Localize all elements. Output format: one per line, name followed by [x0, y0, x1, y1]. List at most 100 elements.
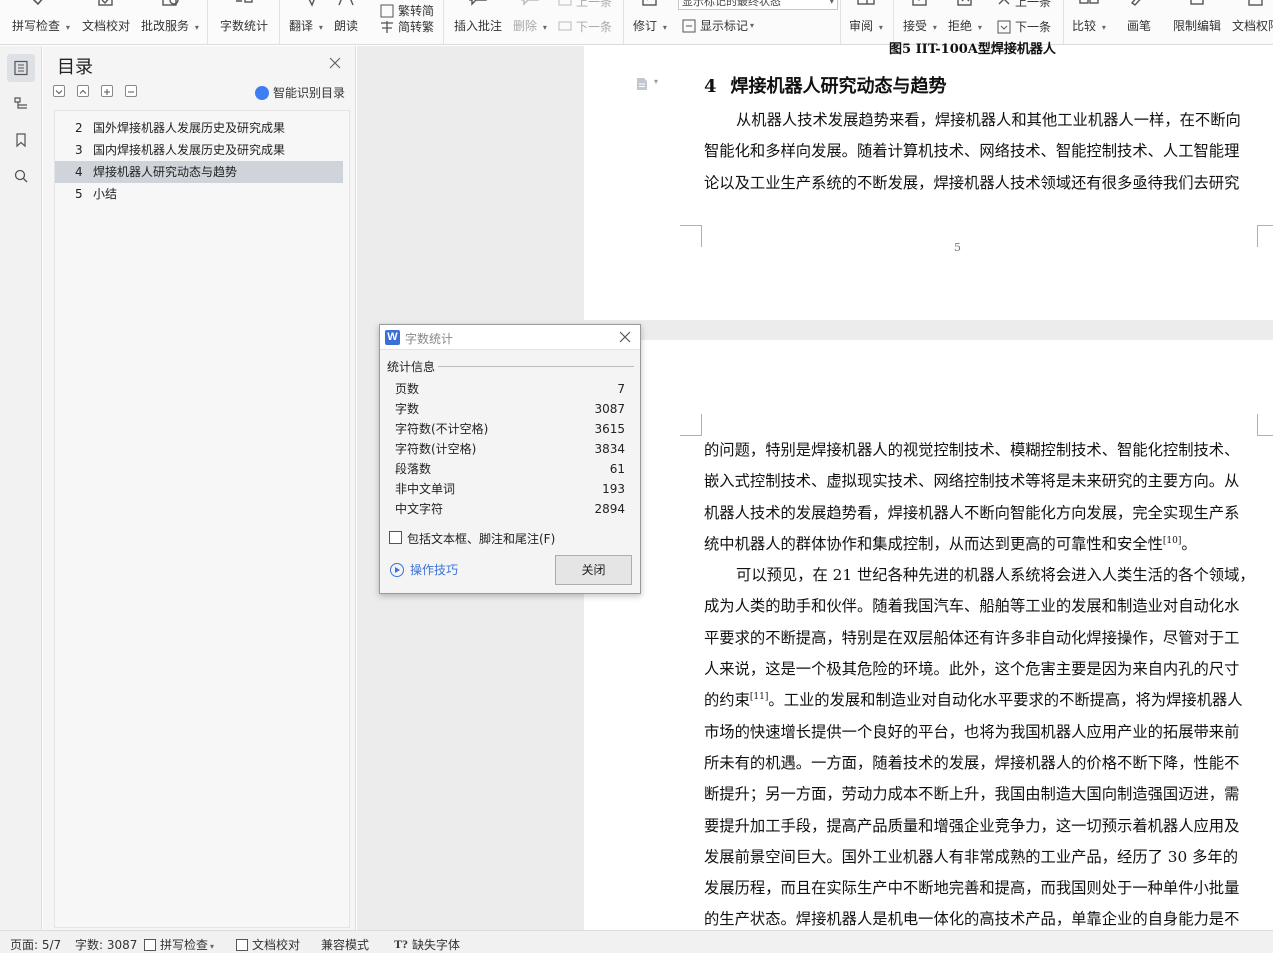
text-line: 可以预见，在 21 世纪各种先进的机器人系统将会进入人类生活的各个领域，: [736, 566, 1255, 585]
doc-proof-status-label: 文档校对: [252, 938, 301, 952]
heading-number: 4: [704, 76, 717, 97]
toc-pane: 目录 智能识别目录 2 国外焊接机器人发展历史及研究成果 3 国内焊接机器人发展历史…: [43, 46, 356, 930]
doc-proof-icon: [98, 0, 113, 6]
toc-item-number: 4: [75, 165, 83, 179]
accept-button[interactable]: 接受: [903, 0, 937, 34]
tips-link[interactable]: 操作技巧: [390, 561, 458, 578]
bookmark-button[interactable]: [7, 126, 35, 154]
word-count-button[interactable]: 字数统计: [220, 0, 268, 34]
close-icon[interactable]: [329, 57, 341, 69]
markup-state-select[interactable]: 显示标记的最终状态: [678, 0, 838, 10]
prev-comment-button[interactable]: 上一条: [557, 0, 612, 10]
delete-label: 删除: [513, 19, 538, 33]
read-aloud-label: 朗读: [334, 19, 359, 33]
read-aloud-button[interactable]: 朗读: [334, 0, 359, 34]
toc-icon: [14, 60, 28, 76]
crop-mark: [1257, 225, 1273, 247]
toc-item[interactable]: 5 小结: [55, 183, 343, 205]
remove-heading-button[interactable]: [125, 85, 137, 97]
dialog-titlebar[interactable]: W 字数统计: [380, 325, 640, 350]
text-line: 智能化和多样向发展。随着计算机技术、网络技术、智能控制技术、人工智能理: [704, 142, 1240, 161]
doc-permission-button[interactable]: 文档权限: [1232, 0, 1273, 34]
citation-ref[interactable]: [10]: [1163, 536, 1181, 546]
word-count-indicator[interactable]: 字数: 3087: [75, 936, 137, 953]
stat-value: 2894: [594, 502, 625, 516]
toc-item-selected[interactable]: 4 焊接机器人研究动态与趋势: [55, 161, 343, 183]
citation-ref[interactable]: [11]: [750, 692, 768, 702]
restrict-edit-label: 限制编辑: [1173, 19, 1222, 33]
stat-value: 61: [609, 462, 625, 476]
divider: [438, 366, 634, 367]
insert-comment-button[interactable]: 插入批注: [454, 0, 502, 34]
search-button[interactable]: [7, 162, 35, 190]
spell-check-status[interactable]: 拼写检查: [144, 936, 214, 953]
pen-label: 画笔: [1127, 19, 1152, 33]
track-changes-button[interactable]: 修订: [633, 0, 667, 34]
doc-proof-button[interactable]: 文档校对: [82, 0, 130, 34]
next-change-button[interactable]: 下一条: [996, 18, 1051, 35]
ribbon-separator: [443, 0, 444, 44]
section-heading[interactable]: 4 焊接机器人研究动态与趋势: [704, 72, 947, 98]
page-indicator[interactable]: 页面: 5/7: [10, 936, 61, 953]
paragraph[interactable]: 的问题，特别是焊接机器人的视觉控制技术、模糊控制技术、智能化控制技术、 嵌入式控…: [704, 435, 1260, 936]
next-comment-label: 下一条: [576, 20, 613, 34]
translate-button[interactable]: 翻译: [289, 0, 323, 34]
trad-to-simp-button[interactable]: 繁转简: [379, 2, 434, 19]
ribbon-separator: [1063, 0, 1064, 44]
compat-mode-status[interactable]: 兼容模式: [321, 936, 369, 953]
next-comment-button[interactable]: 下一条: [557, 18, 612, 35]
paragraph[interactable]: 从机器人技术发展趋势来看，焊接机器人和其他工业机器人一样，在不断向 智能化和多样…: [704, 105, 1260, 199]
toc-item[interactable]: 3 国内焊接机器人发展历史及研究成果: [55, 139, 343, 161]
stat-label: 非中文单词: [395, 482, 456, 496]
stat-value: 7: [617, 382, 625, 396]
font-icon: T?: [394, 937, 409, 951]
collapse-all-button[interactable]: [77, 85, 89, 97]
review-service-icon: [162, 0, 179, 6]
delete-comment-button[interactable]: 删除: [513, 0, 547, 34]
add-heading-button[interactable]: [101, 85, 113, 97]
checkbox-icon: [144, 938, 156, 951]
pen-button[interactable]: 画笔: [1127, 0, 1152, 34]
status-bar: 页面: 5/7 字数: 3087 拼写检查 文档校对 兼容模式 T? 缺失字体: [0, 930, 1273, 953]
restrict-edit-button[interactable]: 限制编辑: [1173, 0, 1222, 34]
simp-to-trad-button[interactable]: 简转繁: [379, 18, 434, 35]
reject-icon: [957, 0, 972, 6]
close-icon[interactable]: [619, 331, 631, 343]
close-button[interactable]: 关闭: [555, 555, 632, 585]
review-service-button[interactable]: 批改服务: [141, 0, 199, 34]
reject-button[interactable]: 拒绝: [948, 0, 982, 34]
chevron-down-icon[interactable]: ▾: [654, 77, 658, 86]
include-textbox-checkbox[interactable]: [389, 531, 402, 544]
reject-label: 拒绝: [948, 19, 973, 33]
spell-check-button[interactable]: 拼写检查: [12, 0, 70, 34]
smart-toc-button[interactable]: 智能识别目录: [255, 84, 345, 101]
text-line: 所未有的机遇。一方面，随着技术的发展，焊接机器人的价格不断下降，性能不: [704, 753, 1240, 772]
toc-item-label: 焊接机器人研究动态与趋势: [93, 165, 238, 179]
spell-check-icon: [32, 0, 43, 6]
document-page[interactable]: 图5 IIT-100A型焊接机器人 ▾ 4 焊接机器人研究动态与趋势 从机器人技术…: [584, 42, 1273, 320]
toc-panel-button[interactable]: [7, 54, 35, 82]
expand-all-button[interactable]: [53, 85, 65, 97]
toc-item[interactable]: 2 国外焊接机器人发展历史及研究成果: [55, 117, 343, 139]
prev-change-button[interactable]: 上一条: [996, 0, 1051, 10]
smart-toc-label: 智能识别目录: [273, 86, 346, 100]
simp-to-trad-label: 简转繁: [398, 20, 435, 34]
paragraph-options-icon[interactable]: [636, 77, 648, 91]
text-line: 人来说，这是一个极其危险的环境。此外，这个危害主要是因为来自内孔的尺寸: [704, 660, 1240, 679]
toc-list: 2 国外焊接机器人发展历史及研究成果 3 国内焊接机器人发展历史及研究成果 4 焊接机…: [54, 110, 350, 928]
compare-button[interactable]: 比较: [1072, 0, 1106, 34]
crop-mark: [680, 414, 702, 436]
stat-value: 3087: [594, 402, 625, 416]
ribbon-separator: [623, 0, 624, 44]
document-page[interactable]: 的问题，特别是焊接机器人的视觉控制技术、模糊控制技术、智能化控制技术、 嵌入式控…: [584, 340, 1273, 930]
toc-item-label: 小结: [93, 187, 118, 201]
missing-font-status[interactable]: T? 缺失字体: [394, 936, 460, 953]
chapter-nav-button[interactable]: [7, 89, 35, 117]
stat-label: 字符数(计空格): [395, 442, 477, 456]
review-button[interactable]: 审阅: [849, 0, 883, 34]
text-line: 从机器人技术发展趋势来看，焊接机器人和其他工业机器人一样，在不断向: [736, 111, 1241, 129]
show-markup-button[interactable]: 显示标记: [681, 17, 754, 34]
text-span: 。工业的发展和制造业对自动化水平要求的不断提高，将为焊接机器人: [768, 691, 1243, 710]
include-textbox-label[interactable]: 包括文本框、脚注和尾注(F): [407, 530, 555, 547]
doc-proof-status[interactable]: 文档校对: [236, 936, 300, 953]
